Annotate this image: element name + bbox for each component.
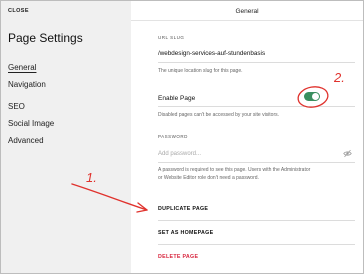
action-divider-1 <box>158 220 355 221</box>
sidebar-item-seo[interactable]: SEO <box>8 102 25 111</box>
header-divider <box>131 20 363 21</box>
close-button[interactable]: CLOSE <box>8 8 29 14</box>
enable-page-divider <box>158 106 355 107</box>
sidebar-item-social-image[interactable]: Social Image <box>8 119 54 128</box>
main-panel: General URL SLUG /webdesign-services-auf… <box>131 1 363 273</box>
sidebar-item-advanced[interactable]: Advanced <box>8 136 44 145</box>
duplicate-page-button[interactable]: DUPLICATE PAGE <box>158 206 208 212</box>
enable-page-label: Enable Page <box>158 95 196 102</box>
url-slug-help: The unique location slug for this page. <box>158 68 243 74</box>
url-slug-underline <box>158 62 355 63</box>
password-help-1: A password is required to see this page.… <box>158 167 311 173</box>
action-divider-2 <box>158 244 355 245</box>
toggle-knob <box>312 93 319 100</box>
password-help-2: or Website Editor role don't need a pass… <box>158 175 259 181</box>
url-slug-input[interactable]: /webdesign-services-auf-stundenbasis <box>158 50 265 57</box>
set-homepage-button[interactable]: SET AS HOMEPAGE <box>158 230 213 236</box>
password-underline <box>158 162 355 163</box>
url-slug-label: URL SLUG <box>158 35 185 40</box>
password-label: PASSWORD <box>158 134 188 139</box>
enable-page-help: Disabled pages can't be accessed by your… <box>158 112 280 118</box>
enable-page-toggle[interactable] <box>304 92 320 101</box>
sidebar-item-general[interactable]: General <box>8 63 36 72</box>
eye-slash-icon[interactable] <box>343 149 352 158</box>
sidebar-title: Page Settings <box>8 31 83 45</box>
sidebar: CLOSE Page Settings General Navigation S… <box>1 1 131 273</box>
sidebar-item-navigation[interactable]: Navigation <box>8 80 46 89</box>
delete-page-button[interactable]: DELETE PAGE <box>158 254 198 260</box>
panel-title: General <box>235 8 259 15</box>
password-input[interactable]: Add password... <box>158 151 201 157</box>
